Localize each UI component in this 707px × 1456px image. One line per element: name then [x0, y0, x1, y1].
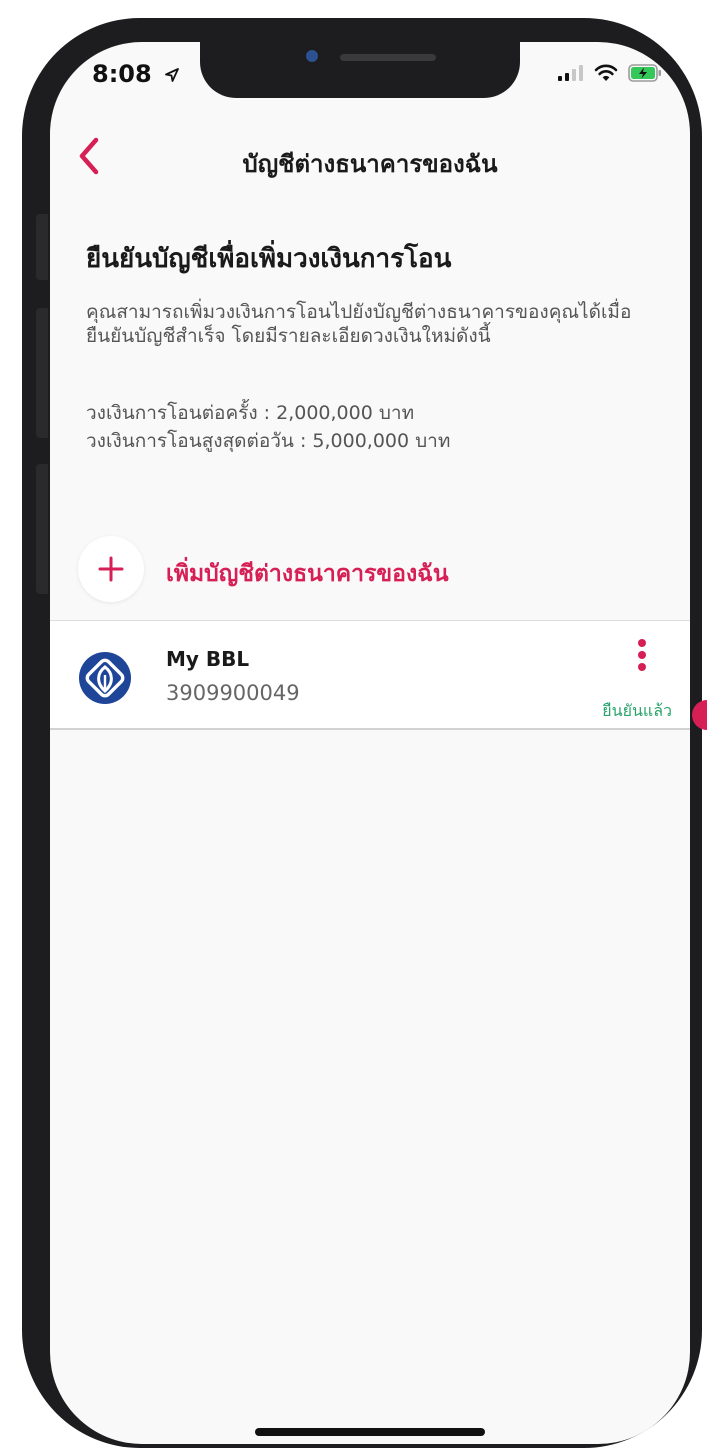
limit-per-transaction: วงเงินการโอนต่อครั้ง : 2,000,000 บาท [86, 402, 415, 424]
speaker-grille [340, 54, 436, 61]
cellular-signal-icon [558, 65, 584, 85]
bangkok-bank-logo-icon [78, 651, 132, 705]
intro-description: คุณสามารถเพิ่มวงเงินการโอนไปยังบัญชีต่าง… [86, 301, 632, 347]
battery-charging-icon [628, 64, 662, 86]
more-vertical-icon[interactable] [630, 639, 654, 681]
notch [200, 42, 520, 98]
account-row[interactable]: My BBL 3909900049 ยืนยันแล้ว [50, 620, 690, 730]
account-number: 3909900049 [166, 681, 300, 705]
app-screen: 8:08 บัญชีต่างธนาคารของฉัน ยืนยันบัญชีเพ… [50, 42, 690, 1444]
location-arrow-icon [164, 61, 180, 89]
add-circle [78, 536, 144, 602]
volume-down-button [36, 464, 48, 594]
page-title: บัญชีต่างธนาคารของฉัน [242, 150, 498, 178]
nav-header: บัญชีต่างธนาคารของฉัน [50, 122, 690, 194]
status-time-text: 8:08 [92, 60, 152, 88]
plus-icon [98, 556, 124, 582]
volume-up-button [36, 308, 48, 438]
status-time: 8:08 [92, 60, 180, 89]
status-icons [558, 64, 662, 86]
verified-status: ยืนยันแล้ว [602, 701, 672, 720]
wifi-icon [594, 64, 618, 86]
account-name: My BBL [166, 647, 250, 671]
add-account-label: เพิ่มบัญชีต่างธนาคารของฉัน [166, 561, 449, 587]
section-heading: ยืนยันบัญชีเพื่อเพิ่มวงเงินการโอน [86, 244, 452, 274]
camera-icon [306, 50, 318, 62]
mute-switch [36, 214, 48, 280]
limit-per-day: วงเงินการโอนสูงสุดต่อวัน : 5,000,000 บาท [86, 430, 451, 452]
home-indicator [255, 1428, 485, 1436]
add-account-button[interactable]: เพิ่มบัญชีต่างธนาคารของฉัน [50, 522, 690, 622]
